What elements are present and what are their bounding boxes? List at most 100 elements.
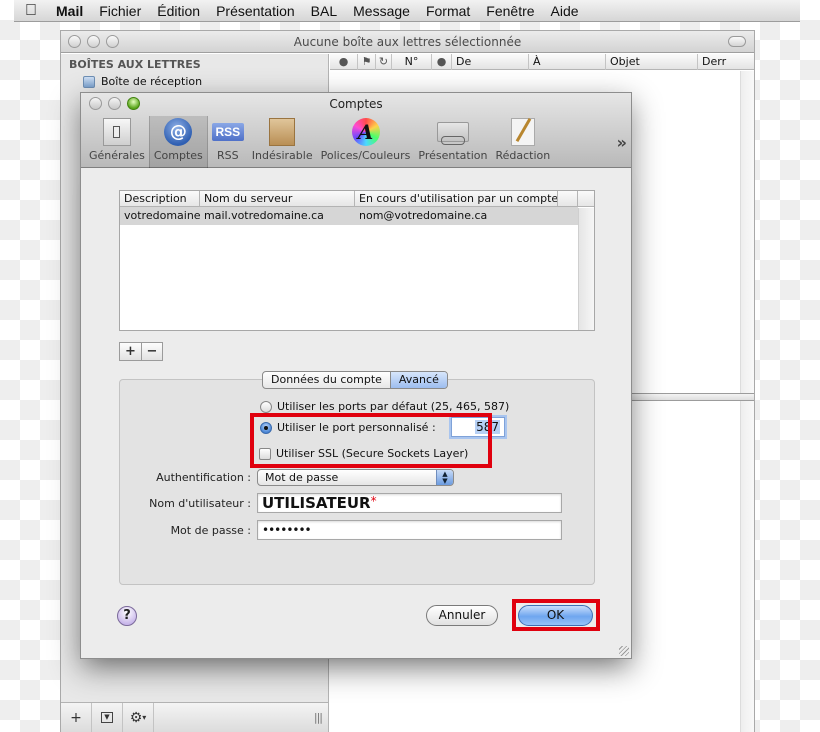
column-reply-status[interactable]: ↻ (376, 54, 392, 70)
column-attachment[interactable]: ● (432, 54, 452, 70)
tab-donnees-du-compte[interactable]: Données du compte (263, 372, 390, 388)
column-used-by-account[interactable]: En cours d'utilisation par un compte (355, 191, 558, 206)
inbox-icon (83, 75, 95, 88)
column-empty (558, 191, 578, 206)
column-number[interactable]: N° (392, 54, 432, 70)
add-mailbox-button[interactable]: + (61, 702, 92, 732)
default-ports-label: Utiliser les ports par défaut (25, 465, … (277, 400, 510, 413)
password-label: Mot de passe : (170, 524, 251, 537)
toolbar-toggle-button[interactable] (728, 36, 746, 47)
password-input[interactable]: •••••••• (257, 520, 562, 540)
close-window-button[interactable] (68, 35, 81, 48)
column-flag[interactable]: ⚑ (358, 54, 376, 70)
toolbar-overflow-chevron-icon[interactable]: » (617, 133, 627, 152)
viewing-icon (436, 122, 469, 145)
column-from[interactable]: De (452, 54, 529, 70)
sidebar-heading: BOÎTES AUX LETTRES (69, 58, 201, 71)
updown-arrows-icon: ▲ ▼ (436, 470, 453, 485)
zoom-window-button[interactable] (106, 35, 119, 48)
add-server-button[interactable]: + (120, 343, 141, 360)
menu-presentation[interactable]: Présentation (208, 3, 303, 19)
junk-bag-icon (269, 118, 296, 146)
message-list-scrollbar[interactable] (740, 71, 754, 732)
tab-label: Présentation (418, 149, 488, 162)
highlight-annotation-ok (512, 599, 600, 631)
help-button[interactable]: ? (117, 606, 137, 626)
menu-aide[interactable]: Aide (543, 3, 587, 19)
window-controls (68, 35, 119, 48)
menu-edition[interactable]: Édition (149, 3, 208, 19)
tab-label: Indésirable (251, 149, 313, 162)
account-tabs: Données du compte Avancé (262, 371, 448, 389)
menu-app-mail[interactable]: Mail (48, 3, 91, 19)
menu-bar:  Mail Fichier Édition Présentation BAL … (14, 0, 800, 22)
sidebar-footer: + ▼ ⚙ ▾ ||| (61, 702, 328, 732)
tab-presentation[interactable]: Présentation (414, 116, 491, 168)
cell-description: votredomaine (124, 209, 200, 222)
column-last[interactable]: Derr (698, 54, 738, 70)
mail-titlebar: Aucune boîte aux lettres sélectionnée (61, 31, 754, 53)
column-server-name[interactable]: Nom du serveur (200, 191, 355, 206)
table-header: Description Nom du serveur En cours d'ut… (120, 191, 594, 207)
tab-avance[interactable]: Avancé (389, 372, 447, 388)
tab-polices-couleurs[interactable]: A Polices/Couleurs (317, 116, 415, 168)
resize-grip[interactable] (619, 646, 629, 656)
column-read-status[interactable]: ● (330, 54, 358, 70)
cell-server-name: mail.votredomaine.ca (204, 209, 324, 222)
tab-redaction[interactable]: Rédaction (491, 116, 554, 168)
tab-rss[interactable]: RSS RSS (208, 116, 248, 168)
column-to[interactable]: À (529, 54, 606, 70)
add-remove-buttons: + − (119, 342, 163, 361)
plus-icon: + (70, 709, 82, 726)
highlight-annotation-port-ssl (250, 413, 492, 468)
tab-label: RSS (216, 149, 239, 162)
tab-label: Polices/Couleurs (320, 149, 411, 162)
at-sign-icon: @ (164, 118, 193, 146)
menu-fenetre[interactable]: Fenêtre (478, 3, 542, 19)
sidebar-resize-handle[interactable]: ||| (314, 711, 323, 724)
username-label: Nom d'utilisateur : (149, 497, 251, 510)
rss-icon: RSS (211, 123, 244, 141)
tab-label: Comptes (153, 149, 203, 162)
menu-format[interactable]: Format (418, 3, 478, 19)
menu-fichier[interactable]: Fichier (91, 3, 149, 19)
column-description[interactable]: Description (120, 191, 200, 206)
tab-label: Générales (89, 149, 145, 162)
accounts-preferences-dialog: Comptes Générales @ Comptes RSS RSS Indé… (80, 92, 632, 659)
tab-comptes[interactable]: @ Comptes (148, 116, 208, 168)
authentication-value: Mot de passe (265, 471, 339, 484)
composing-icon (510, 118, 535, 146)
menu-bal[interactable]: BAL (303, 3, 345, 19)
minimize-window-button[interactable] (87, 35, 100, 48)
show-mail-activity-button[interactable]: ▼ (92, 702, 123, 732)
authentication-label: Authentification : (156, 471, 251, 484)
tab-indesirable[interactable]: Indésirable (248, 116, 317, 168)
mail-window-title: Aucune boîte aux lettres sélectionnée (293, 34, 522, 49)
table-row[interactable]: votredomaine mail.votredomaine.ca nom@vo… (120, 207, 578, 225)
username-input[interactable]: UTILISATEUR* (257, 493, 562, 513)
required-marker: * (370, 494, 377, 508)
cancel-button[interactable]: Annuler (426, 605, 498, 626)
caret-down-icon: ▾ (142, 713, 147, 722)
message-list-header: ● ⚑ ↻ N° ● De À Objet Derr (330, 54, 754, 70)
table-scrollbar[interactable] (578, 208, 594, 330)
authentication-select[interactable]: Mot de passe ▲ ▼ (257, 469, 454, 486)
action-menu-button[interactable]: ⚙ ▾ (123, 702, 154, 732)
gear-icon: ⚙ (129, 709, 143, 726)
dialog-title: Comptes (329, 97, 383, 111)
default-ports-option[interactable]: Utiliser les ports par défaut (25, 465, … (260, 400, 509, 413)
tab-generales[interactable]: Générales (85, 116, 149, 168)
sidebar-item-inbox[interactable]: Boîte de réception (83, 75, 202, 88)
cell-account: nom@votredomaine.ca (359, 209, 488, 222)
default-ports-radio[interactable] (260, 400, 272, 413)
username-value: UTILISATEUR (262, 494, 371, 512)
apple-menu-icon[interactable]:  (14, 2, 48, 20)
remove-server-button[interactable]: − (141, 343, 162, 360)
preferences-toolbar: Comptes Générales @ Comptes RSS RSS Indé… (81, 93, 631, 168)
sidebar-item-label: Boîte de réception (101, 75, 203, 88)
menu-message[interactable]: Message (345, 3, 418, 19)
general-switch-icon (102, 118, 131, 146)
tab-label: Rédaction (495, 149, 551, 162)
dropdown-square-icon: ▼ (101, 712, 113, 723)
column-subject[interactable]: Objet (606, 54, 698, 70)
